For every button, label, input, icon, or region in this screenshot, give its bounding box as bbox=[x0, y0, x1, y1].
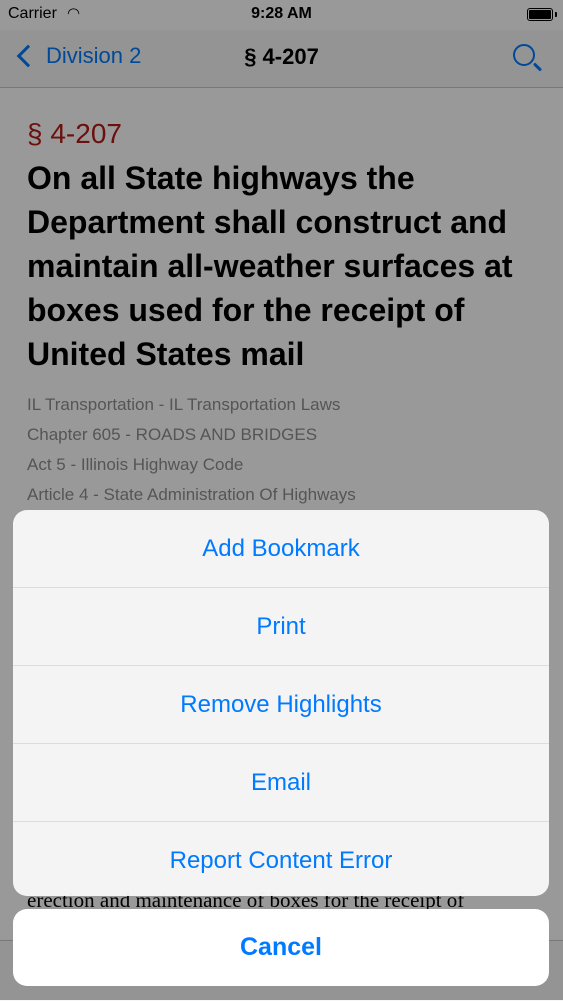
add-bookmark-button[interactable]: Add Bookmark bbox=[13, 510, 549, 588]
report-content-error-button[interactable]: Report Content Error bbox=[13, 822, 549, 896]
print-button[interactable]: Print bbox=[13, 588, 549, 666]
remove-highlights-button[interactable]: Remove Highlights bbox=[13, 666, 549, 744]
action-sheet: Add Bookmark Print Remove Highlights Ema… bbox=[13, 510, 549, 896]
cancel-button[interactable]: Cancel bbox=[13, 909, 549, 986]
email-button[interactable]: Email bbox=[13, 744, 549, 822]
